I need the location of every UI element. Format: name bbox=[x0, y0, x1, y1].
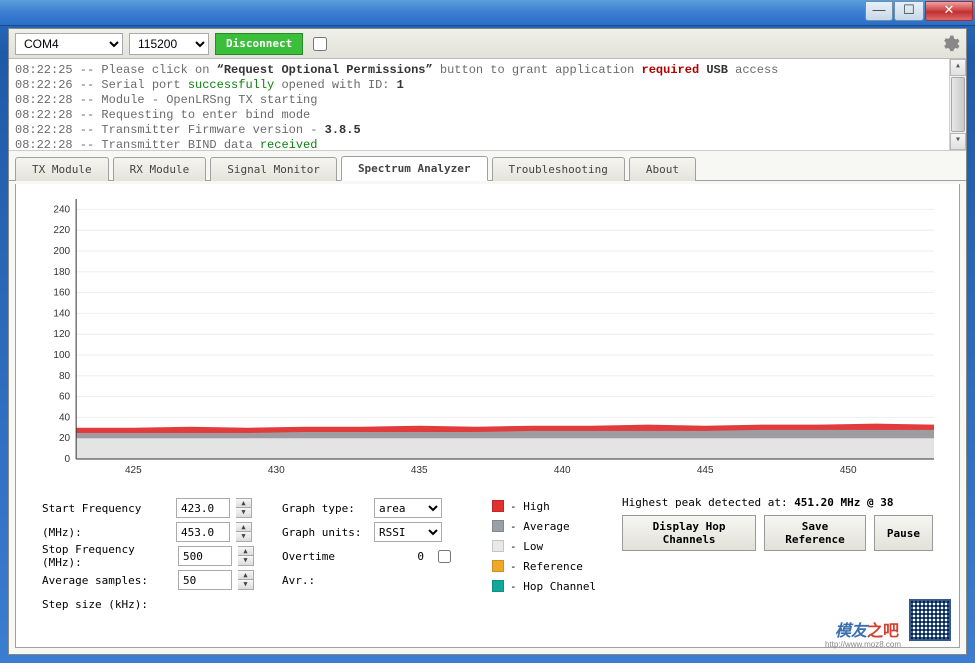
legend-item: - Hop Channel bbox=[492, 576, 610, 596]
legend-swatch bbox=[492, 500, 504, 512]
tab-bar: TX ModuleRX ModuleSignal MonitorSpectrum… bbox=[9, 151, 966, 181]
tab-rx-module[interactable]: RX Module bbox=[113, 157, 207, 181]
start-freq-input[interactable] bbox=[176, 498, 230, 518]
legend-item: - High bbox=[492, 496, 610, 516]
graph-type-select[interactable]: area bbox=[374, 498, 442, 518]
start-freq-input-b[interactable] bbox=[176, 522, 230, 542]
svg-text:445: 445 bbox=[697, 465, 714, 476]
start-freq-unit-label: (MHz): bbox=[42, 526, 170, 539]
log-line: 08:22:26 -- Serial port successfully ope… bbox=[15, 78, 960, 93]
window-titlebar: — ☐ ✕ bbox=[0, 0, 975, 26]
stop-freq-label: Stop Frequency (MHz): bbox=[42, 543, 172, 569]
legend-swatch bbox=[492, 540, 504, 552]
svg-text:430: 430 bbox=[268, 465, 285, 476]
svg-text:450: 450 bbox=[840, 465, 857, 476]
start-freq-spinner-b[interactable]: ▲▼ bbox=[236, 522, 252, 542]
stop-freq-spinner[interactable]: ▲▼ bbox=[238, 546, 254, 566]
log-line: 08:22:28 -- Transmitter Firmware version… bbox=[15, 123, 960, 138]
log-scrollbar[interactable]: ▴ ▾ bbox=[949, 59, 966, 150]
watermark-url: http://www.moz8.com bbox=[825, 640, 901, 649]
window-maximize-button[interactable]: ☐ bbox=[894, 1, 924, 21]
window-close-button[interactable]: ✕ bbox=[925, 1, 973, 21]
log-line: 08:22:28 -- Transmitter BIND data receiv… bbox=[15, 138, 960, 151]
overtime-label: Overtime bbox=[282, 550, 368, 563]
avr-label: Avr.: bbox=[282, 574, 368, 587]
svg-text:240: 240 bbox=[53, 204, 70, 215]
log-line: 08:22:28 -- Requesting to enter bind mod… bbox=[15, 108, 960, 123]
stop-freq-input[interactable] bbox=[178, 546, 232, 566]
svg-text:160: 160 bbox=[53, 288, 70, 299]
freq-controls: Start Frequency ▲▼ (MHz): ▲▼ Stop Freque… bbox=[36, 492, 276, 647]
pause-button[interactable]: Pause bbox=[874, 515, 933, 551]
avg-samples-input[interactable] bbox=[178, 570, 232, 590]
overtime-value: 0 bbox=[374, 550, 428, 563]
legend-label: - Low bbox=[510, 540, 543, 553]
legend-item: - Average bbox=[492, 516, 610, 536]
legend: - High - Average - Low - Reference - Hop… bbox=[486, 492, 616, 647]
svg-text:200: 200 bbox=[53, 246, 70, 257]
gear-icon[interactable] bbox=[940, 34, 960, 54]
legend-item: - Reference bbox=[492, 556, 610, 576]
svg-text:435: 435 bbox=[411, 465, 428, 476]
spectrum-chart: 0 20 40 60 80 100 120 140 160 180 200 220 240 425 430 4… bbox=[36, 194, 939, 484]
baud-select[interactable]: 115200 bbox=[129, 33, 209, 55]
legend-swatch bbox=[492, 520, 504, 532]
avg-samples-spinner[interactable]: ▲▼ bbox=[238, 570, 254, 590]
graph-units-label: Graph units: bbox=[282, 526, 368, 539]
window-minimize-button[interactable]: — bbox=[865, 1, 893, 21]
svg-text:20: 20 bbox=[59, 433, 71, 444]
svg-text:220: 220 bbox=[53, 225, 70, 236]
avg-samples-label: Average samples: bbox=[42, 574, 172, 587]
svg-text:100: 100 bbox=[53, 350, 70, 361]
overtime-checkbox[interactable] bbox=[438, 550, 451, 563]
svg-text:80: 80 bbox=[59, 371, 71, 382]
tab-spectrum-analyzer[interactable]: Spectrum Analyzer bbox=[341, 156, 488, 181]
svg-text:0: 0 bbox=[65, 454, 71, 465]
log-area: 08:22:25 -- Please click on “Request Opt… bbox=[9, 59, 966, 151]
svg-text:180: 180 bbox=[53, 267, 70, 278]
scroll-down-icon[interactable]: ▾ bbox=[950, 133, 966, 150]
svg-text:425: 425 bbox=[125, 465, 142, 476]
tab-about[interactable]: About bbox=[629, 157, 696, 181]
legend-label: - High bbox=[510, 500, 550, 513]
legend-item: - Low bbox=[492, 536, 610, 556]
legend-swatch bbox=[492, 580, 504, 592]
scroll-thumb[interactable] bbox=[951, 77, 965, 132]
legend-label: - Reference bbox=[510, 560, 583, 573]
display-hop-button[interactable]: Display Hop Channels bbox=[622, 515, 756, 551]
svg-text:40: 40 bbox=[59, 412, 71, 423]
peak-value: 451.20 MHz @ 38 bbox=[794, 496, 893, 509]
svg-text:440: 440 bbox=[554, 465, 571, 476]
log-line: 08:22:28 -- Module - OpenLRSng TX starti… bbox=[15, 93, 960, 108]
save-reference-button[interactable]: Save Reference bbox=[764, 515, 866, 551]
svg-text:60: 60 bbox=[59, 392, 71, 403]
legend-label: - Hop Channel bbox=[510, 580, 596, 593]
tab-signal-monitor[interactable]: Signal Monitor bbox=[210, 157, 337, 181]
tab-tx-module[interactable]: TX Module bbox=[15, 157, 109, 181]
step-size-label: Step size (kHz): bbox=[42, 598, 172, 611]
log-line: 08:22:25 -- Please click on “Request Opt… bbox=[15, 63, 960, 78]
legend-label: - Average bbox=[510, 520, 570, 533]
start-freq-spinner[interactable]: ▲▼ bbox=[236, 498, 252, 518]
qr-code-icon bbox=[909, 599, 951, 641]
svg-text:140: 140 bbox=[53, 308, 70, 319]
scroll-up-icon[interactable]: ▴ bbox=[950, 59, 966, 76]
toolbar: COM4 115200 Disconnect bbox=[9, 29, 966, 59]
svg-text:120: 120 bbox=[53, 329, 70, 340]
graph-controls: Graph type: area Graph units: RSSI Overt… bbox=[276, 492, 486, 647]
watermark-logo: 模友之吧 bbox=[835, 617, 899, 641]
disconnect-button[interactable]: Disconnect bbox=[215, 33, 303, 55]
tab-troubleshooting[interactable]: Troubleshooting bbox=[492, 157, 625, 181]
port-select[interactable]: COM4 bbox=[15, 33, 123, 55]
spectrum-panel: 0 20 40 60 80 100 120 140 160 180 200 220 240 425 430 4… bbox=[15, 184, 960, 648]
peak-label: Highest peak detected at: bbox=[622, 496, 794, 509]
start-freq-label: Start Frequency bbox=[42, 502, 170, 515]
graph-units-select[interactable]: RSSI bbox=[374, 522, 442, 542]
toolbar-checkbox[interactable] bbox=[313, 37, 327, 51]
legend-swatch bbox=[492, 560, 504, 572]
graph-type-label: Graph type: bbox=[282, 502, 368, 515]
